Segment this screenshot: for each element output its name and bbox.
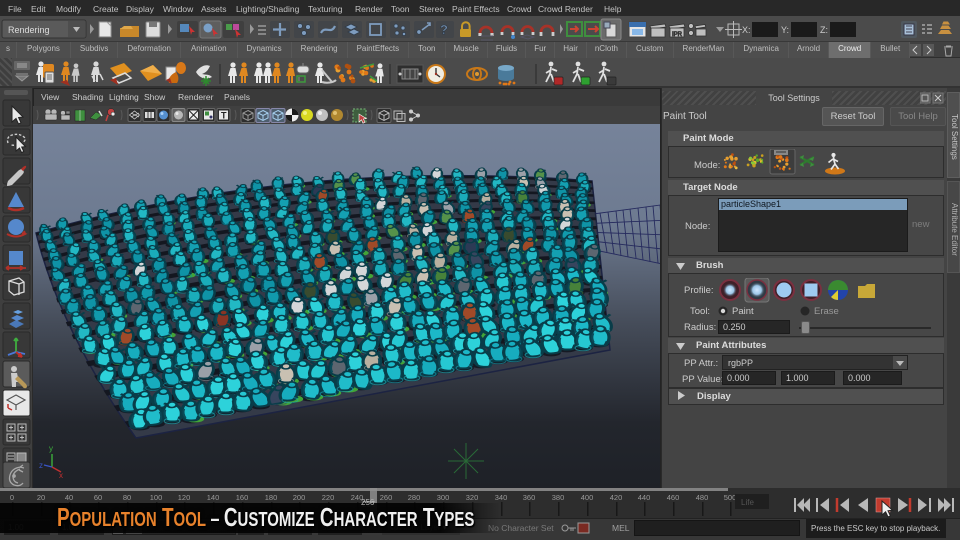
svg-text:160: 160 — [236, 493, 249, 502]
svg-text:Y:: Y: — [781, 25, 789, 35]
svg-text:IPR: IPR — [672, 32, 683, 38]
svg-text:y: y — [49, 444, 53, 453]
svg-text:480: 480 — [696, 493, 709, 502]
svg-text:Life: Life — [741, 498, 754, 507]
svg-text:?: ? — [440, 22, 448, 37]
svg-text:380: 380 — [552, 493, 565, 502]
svg-text:400: 400 — [581, 493, 594, 502]
svg-text:300: 300 — [437, 493, 450, 502]
svg-text:X:: X: — [742, 25, 751, 35]
svg-text:100: 100 — [150, 493, 163, 502]
svg-text:x: x — [59, 471, 63, 480]
svg-text:180: 180 — [265, 493, 278, 502]
svg-text:20: 20 — [37, 493, 45, 502]
svg-text:440: 440 — [638, 493, 651, 502]
svg-text:340: 340 — [495, 493, 508, 502]
svg-text:360: 360 — [523, 493, 536, 502]
svg-text:120: 120 — [178, 493, 191, 502]
svg-text:460: 460 — [667, 493, 680, 502]
svg-text:420: 420 — [610, 493, 623, 502]
svg-text:Rendering: Rendering — [8, 25, 50, 35]
svg-text:T: T — [221, 111, 227, 121]
svg-text:280: 280 — [408, 493, 421, 502]
svg-text:200: 200 — [293, 493, 306, 502]
svg-text:Z:: Z: — [820, 25, 828, 35]
svg-text:500: 500 — [724, 493, 737, 502]
svg-text:220: 220 — [322, 493, 335, 502]
svg-text:0: 0 — [10, 493, 14, 502]
svg-text:320: 320 — [466, 493, 479, 502]
svg-text:80: 80 — [123, 493, 131, 502]
svg-text:140: 140 — [207, 493, 220, 502]
svg-text:60: 60 — [94, 493, 102, 502]
svg-text:40: 40 — [65, 493, 73, 502]
svg-text:260: 260 — [380, 493, 393, 502]
svg-text:z: z — [39, 461, 43, 470]
